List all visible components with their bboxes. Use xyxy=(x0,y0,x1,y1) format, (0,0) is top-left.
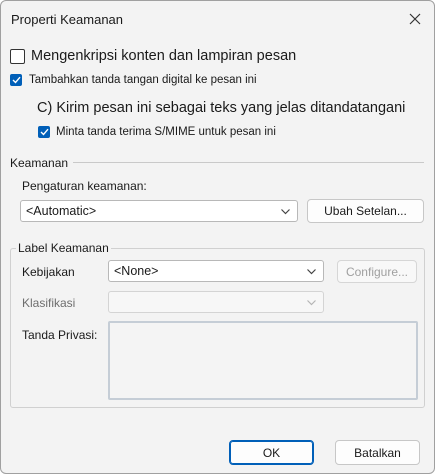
change-settings-button[interactable]: Ubah Setelan... xyxy=(307,199,424,223)
policy-label: Kebijakan xyxy=(22,265,75,279)
configure-button[interactable]: Configure... xyxy=(337,260,417,283)
policy-dropdown[interactable]: <None> xyxy=(108,260,324,282)
encrypt-label: Mengenkripsi konten dan lampiran pesan xyxy=(31,48,297,64)
close-icon xyxy=(409,13,421,25)
security-settings-dropdown[interactable]: <Automatic> xyxy=(20,200,298,222)
security-settings-label: Pengaturan keamanan: xyxy=(22,179,147,193)
smime-receipt-checkbox[interactable] xyxy=(38,126,50,138)
policy-value: <None> xyxy=(114,264,159,278)
close-button[interactable] xyxy=(401,7,429,31)
smime-receipt-label: Minta tanda terima S/MIME untuk pesan in… xyxy=(56,126,276,138)
security-settings-value: <Automatic> xyxy=(26,204,97,218)
classification-dropdown[interactable] xyxy=(108,291,324,313)
cancel-button[interactable]: Batalkan xyxy=(335,440,420,465)
clear-text-option[interactable]: C) Kirim pesan ini sebagai teks yang jel… xyxy=(37,100,405,116)
check-icon xyxy=(40,128,49,136)
privacy-mark-label: Tanda Privasi: xyxy=(22,328,98,342)
security-label-group-title: Label Keamanan xyxy=(16,241,111,255)
security-section-divider xyxy=(73,162,424,163)
classification-label: Klasifikasi xyxy=(22,296,76,310)
dialog-title: Properti Keamanan xyxy=(11,12,124,27)
digital-signature-label: Tambahkan tanda tangan digital ke pesan … xyxy=(29,74,257,86)
ok-button[interactable]: OK xyxy=(229,440,314,465)
chevron-down-icon xyxy=(281,209,290,215)
security-properties-dialog: Properti Keamanan Mengenkripsi konten da… xyxy=(0,0,435,474)
privacy-mark-textarea[interactable] xyxy=(108,321,418,400)
chevron-down-icon xyxy=(307,300,316,306)
security-section-label: Keamanan xyxy=(10,156,69,170)
encrypt-checkbox[interactable] xyxy=(10,49,25,64)
check-icon xyxy=(12,76,21,84)
digital-signature-checkbox[interactable] xyxy=(10,74,22,86)
chevron-down-icon xyxy=(307,269,316,275)
